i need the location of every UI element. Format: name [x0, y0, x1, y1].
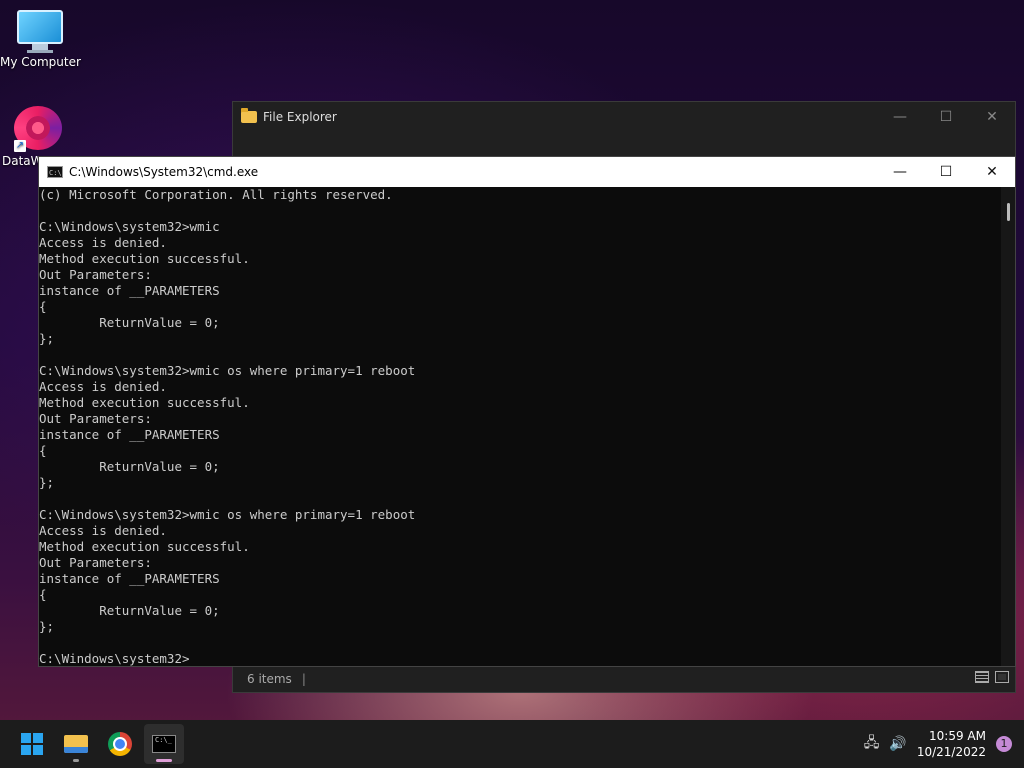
console-line: Method execution successful.: [39, 539, 250, 554]
maximize-button[interactable]: ☐: [923, 102, 969, 132]
running-indicator: [73, 759, 79, 762]
terminal-icon: C:\_: [152, 735, 176, 753]
console-line: C:\Windows\system32>wmic os where primar…: [39, 363, 416, 378]
file-explorer-titlebar[interactable]: File Explorer — ☐ ✕: [233, 102, 1015, 132]
console-line: ReturnValue = 0;: [39, 315, 220, 330]
cmd-title: C:\Windows\System32\cmd.exe: [69, 165, 259, 179]
console-line: instance of __PARAMETERS: [39, 283, 220, 298]
start-button[interactable]: [12, 724, 52, 764]
console-line: };: [39, 331, 55, 346]
view-toggle: [975, 671, 1009, 683]
details-view-icon[interactable]: [975, 671, 989, 683]
taskbar-file-explorer[interactable]: [56, 724, 96, 764]
console-line: Access is denied.: [39, 235, 167, 250]
chrome-icon: [108, 732, 132, 756]
system-tray: 🖧 🔊 10:59 AM 10/21/2022 1: [864, 720, 1024, 768]
console-line: Method execution successful.: [39, 395, 250, 410]
windows-logo-icon: [21, 733, 43, 755]
console-line: Method execution successful.: [39, 251, 250, 266]
maximize-button[interactable]: ☐: [923, 157, 969, 187]
active-indicator: [156, 759, 172, 762]
dataw-logo-icon: ↗: [14, 106, 62, 152]
console-line: Out Parameters:: [39, 267, 152, 282]
shortcut-arrow-icon: ↗: [14, 140, 26, 152]
desktop-icon-label: My Computer: [0, 55, 81, 69]
item-count: 6 items: [247, 672, 292, 686]
console-line: C:\Windows\system32>wmic: [39, 219, 220, 234]
computer-icon: [17, 10, 63, 44]
console-line: (c) Microsoft Corporation. All rights re…: [39, 187, 393, 202]
console-line: ReturnValue = 0;: [39, 459, 220, 474]
cmd-titlebar[interactable]: C:\ C:\Windows\System32\cmd.exe — ☐ ✕: [39, 157, 1015, 187]
clock-date: 10/21/2022: [916, 745, 986, 759]
console-line: Access is denied.: [39, 523, 167, 538]
console-line: Out Parameters:: [39, 411, 152, 426]
minimize-button[interactable]: —: [877, 157, 923, 187]
taskbar-chrome[interactable]: [100, 724, 140, 764]
file-explorer-title: File Explorer: [263, 110, 337, 124]
console-line: instance of __PARAMETERS: [39, 427, 220, 442]
close-button[interactable]: ✕: [969, 157, 1015, 187]
console-line: C:\Windows\system32>wmic os where primar…: [39, 507, 416, 522]
folder-icon: [64, 735, 88, 753]
scrollbar-thumb[interactable]: [1007, 203, 1010, 221]
folder-icon: [241, 108, 257, 123]
taskbar: C:\_ 🖧 🔊 10:59 AM 10/21/2022 1: [0, 720, 1024, 768]
clock[interactable]: 10:59 AM 10/21/2022: [917, 728, 986, 760]
console-line: instance of __PARAMETERS: [39, 571, 220, 586]
console-line: };: [39, 475, 55, 490]
volume-icon[interactable]: 🔊: [889, 736, 906, 752]
console-line: {: [39, 443, 47, 458]
cmd-window[interactable]: C:\ C:\Windows\System32\cmd.exe — ☐ ✕ (c…: [38, 156, 1016, 667]
cmd-icon: C:\: [47, 166, 63, 178]
status-separator: |: [301, 672, 306, 686]
console-line: Access is denied.: [39, 379, 167, 394]
console-line: Out Parameters:: [39, 555, 152, 570]
minimize-button[interactable]: —: [877, 102, 923, 132]
taskbar-terminal[interactable]: C:\_: [144, 724, 184, 764]
notification-badge[interactable]: 1: [996, 736, 1012, 752]
console-output[interactable]: (c) Microsoft Corporation. All rights re…: [39, 187, 1001, 666]
console-line: C:\Windows\system32>: [39, 651, 190, 666]
desktop-icon-my-computer[interactable]: My Computer: [0, 10, 81, 69]
status-bar: 6 items |: [233, 666, 1015, 692]
console-line: ReturnValue = 0;: [39, 603, 220, 618]
close-button[interactable]: ✕: [969, 102, 1015, 132]
clock-time: 10:59 AM: [929, 729, 986, 743]
console-line: {: [39, 587, 47, 602]
scrollbar[interactable]: [1001, 187, 1015, 666]
network-icon[interactable]: 🖧: [864, 732, 880, 756]
console-line: };: [39, 619, 55, 634]
tiles-view-icon[interactable]: [995, 671, 1009, 683]
console-line: {: [39, 299, 47, 314]
